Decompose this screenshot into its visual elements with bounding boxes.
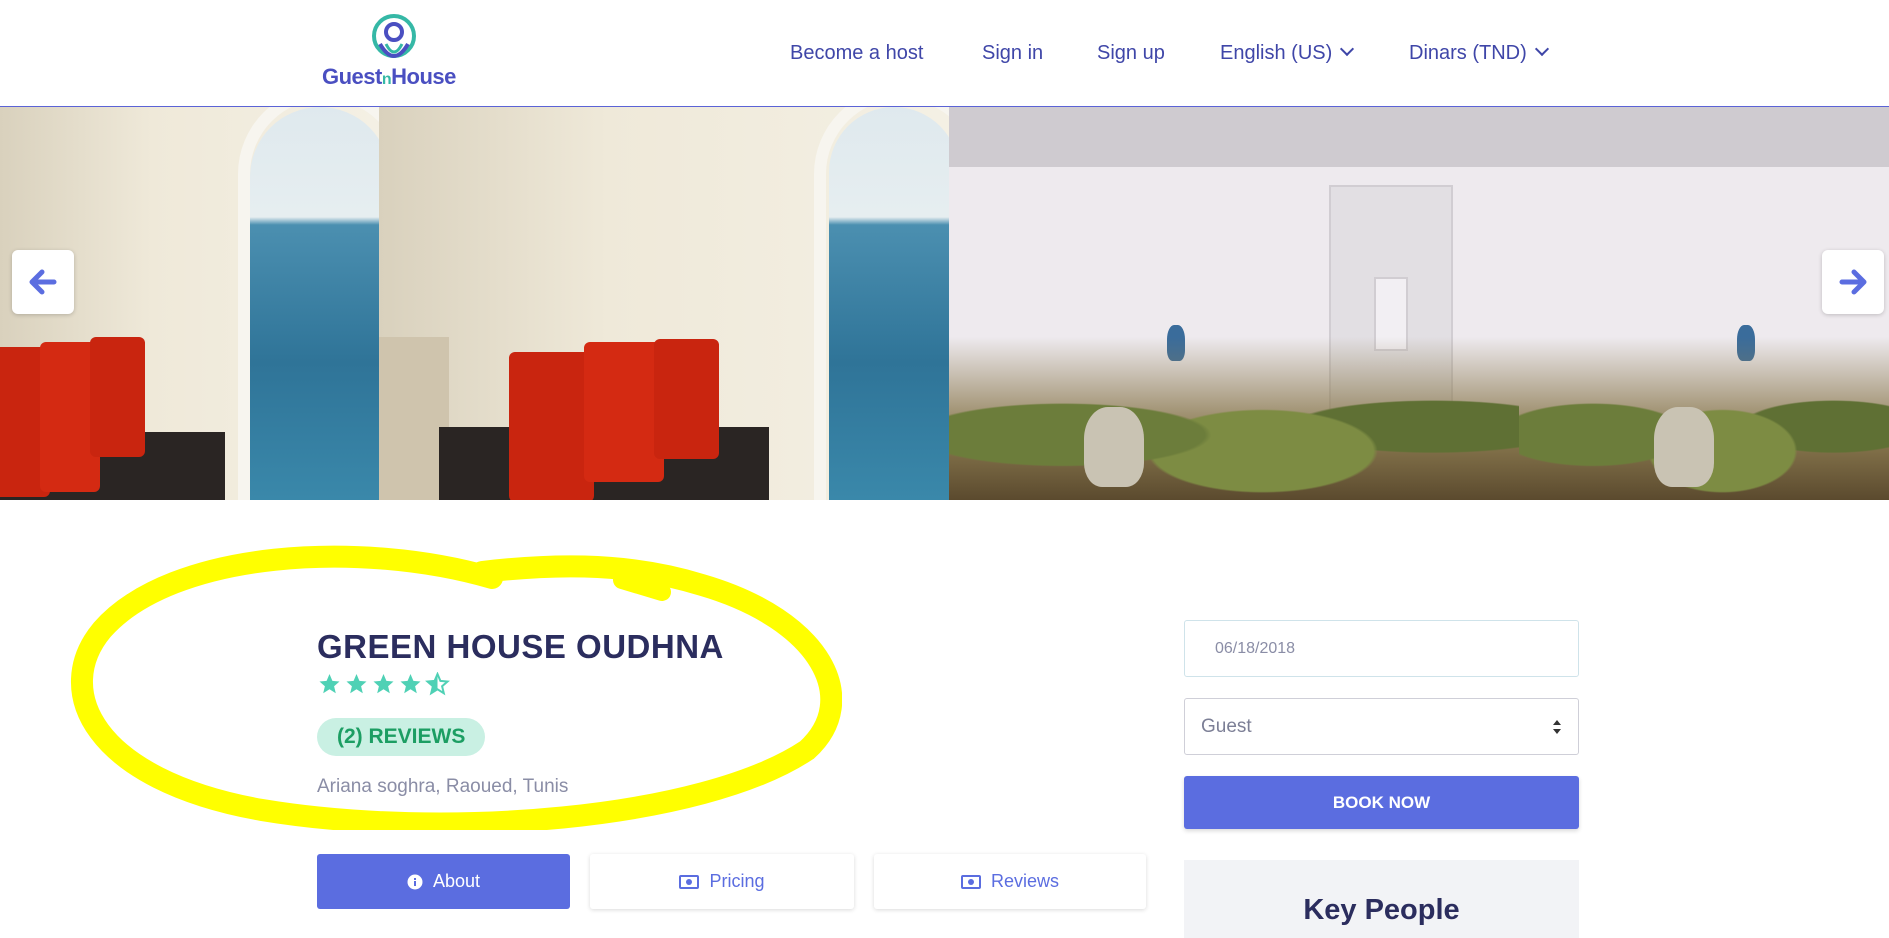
arrow-left-icon bbox=[29, 269, 57, 295]
info-circle-icon bbox=[407, 874, 423, 889]
guest-select-value: Guest bbox=[1201, 715, 1252, 737]
photo-pot bbox=[1084, 407, 1144, 487]
tab-reviews[interactable]: Reviews bbox=[874, 854, 1146, 909]
gallery-photo[interactable] bbox=[949, 107, 1519, 500]
photo-pillow bbox=[654, 339, 719, 459]
photo-pot bbox=[1654, 407, 1714, 487]
gallery-photo[interactable] bbox=[379, 107, 949, 500]
key-people-title: Key People bbox=[1303, 894, 1460, 926]
tab-pricing-label: Pricing bbox=[709, 871, 765, 891]
tab-pricing[interactable]: Pricing bbox=[590, 854, 854, 909]
photo-plants bbox=[949, 337, 1519, 500]
logo-text-n: n bbox=[381, 71, 392, 88]
star-icon bbox=[346, 674, 367, 694]
logo-text-guest: Guest bbox=[322, 64, 382, 89]
key-people-panel: Key People bbox=[1184, 860, 1579, 938]
photo-arch bbox=[814, 107, 949, 500]
date-input[interactable] bbox=[1184, 620, 1579, 677]
guest-select[interactable]: Guest bbox=[1184, 698, 1579, 755]
chevron-down-icon bbox=[1340, 41, 1355, 57]
language-dropdown[interactable]: English (US) bbox=[1220, 41, 1355, 65]
nav-sign-up[interactable]: Sign up bbox=[1097, 42, 1165, 65]
gallery-prev-button[interactable] bbox=[12, 250, 74, 314]
language-label: English (US) bbox=[1220, 42, 1333, 64]
gallery-next-button[interactable] bbox=[1822, 250, 1884, 314]
photo-pillow bbox=[90, 337, 145, 457]
book-now-button[interactable]: BOOK NOW bbox=[1184, 776, 1579, 829]
logo-text-house: House bbox=[391, 64, 456, 89]
currency-label: Dinars (TND) bbox=[1409, 42, 1527, 64]
listing-location: Ariana soghra, Raoued, Tunis bbox=[317, 776, 569, 797]
money-bill-icon bbox=[679, 874, 700, 889]
site-logo[interactable]: GuestnHouse bbox=[322, 14, 462, 90]
arrow-right-icon bbox=[1839, 269, 1867, 295]
nav-become-host[interactable]: Become a host bbox=[790, 42, 923, 65]
listing-title: GREEN HOUSE OUDHNA bbox=[317, 628, 724, 665]
chevron-down-icon bbox=[1534, 41, 1549, 57]
site-header: GuestnHouse Become a host Sign in Sign u… bbox=[0, 0, 1889, 107]
nav-sign-in[interactable]: Sign in bbox=[982, 42, 1043, 65]
location-pin-logo-icon bbox=[372, 14, 416, 58]
logo-wordmark: GuestnHouse bbox=[322, 64, 456, 90]
money-bill-icon bbox=[960, 874, 981, 889]
star-half-icon bbox=[425, 672, 450, 696]
photo-pillow bbox=[509, 352, 594, 500]
photo-gallery bbox=[0, 107, 1889, 500]
tab-about-label: About bbox=[432, 871, 481, 891]
sort-arrows-icon bbox=[1553, 719, 1561, 734]
star-icon bbox=[373, 674, 394, 694]
star-rating bbox=[317, 672, 450, 696]
star-icon bbox=[400, 674, 421, 694]
photo-pillow bbox=[584, 342, 664, 482]
photo-arch bbox=[238, 107, 379, 500]
reviews-badge[interactable]: (2) REVIEWS bbox=[317, 718, 486, 756]
tab-about[interactable]: About bbox=[317, 854, 570, 909]
currency-dropdown[interactable]: Dinars (TND) bbox=[1409, 41, 1549, 65]
star-icon bbox=[319, 674, 340, 694]
tab-reviews-label: Reviews bbox=[990, 871, 1060, 891]
